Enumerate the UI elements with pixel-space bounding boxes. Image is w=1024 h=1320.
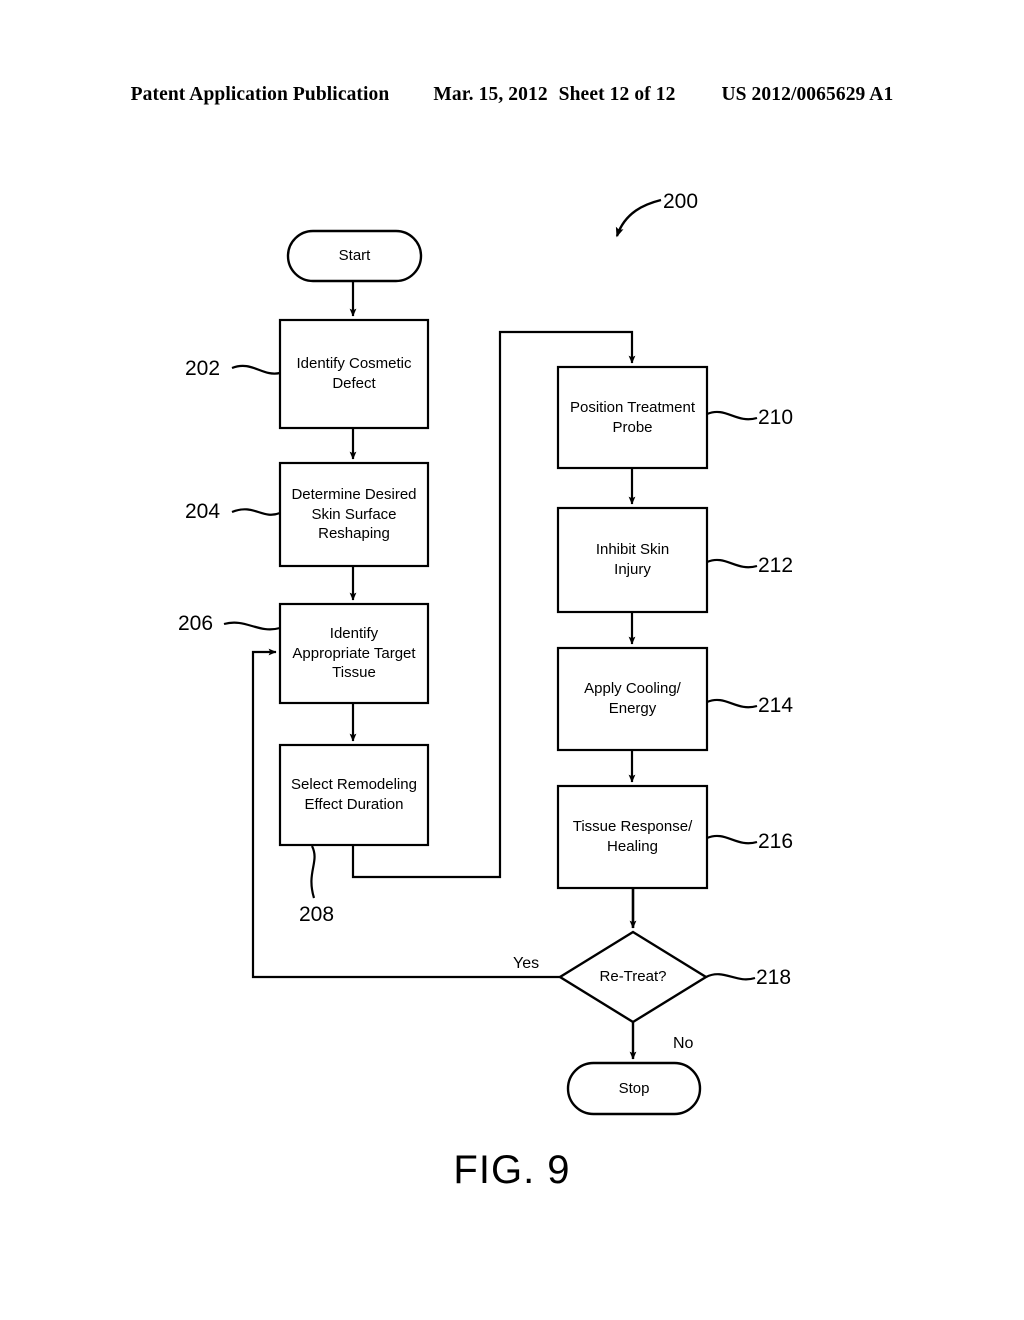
- figure-caption: FIG. 9: [453, 1148, 571, 1192]
- reference-numeral-202: 202: [185, 357, 221, 380]
- node-start-shape: [286, 229, 423, 283]
- node-identify-tissue-shape: [278, 602, 430, 705]
- leader-line-218: [705, 973, 756, 981]
- leader-line-214: [706, 698, 758, 709]
- edge-label-retreat-yes: Yes: [513, 955, 540, 972]
- leader-line-208: [310, 845, 316, 899]
- leader-line-200: [615, 198, 662, 238]
- reference-numeral-216: 216: [758, 830, 794, 853]
- node-determine-reshaping-shape: [278, 461, 430, 568]
- flowchart-figure: Start Identify Cosmetic Defect Determine…: [0, 0, 1024, 1320]
- node-tissue-response-shape: [556, 784, 709, 890]
- leader-line-212: [706, 558, 758, 569]
- flowchart-svg: [223, 198, 758, 1116]
- node-position-probe-shape: [556, 365, 709, 470]
- reference-numeral-218: 218: [756, 966, 792, 989]
- node-apply-cooling-shape: [556, 646, 709, 752]
- leader-line-216: [706, 834, 758, 845]
- leader-line-204: [231, 508, 281, 516]
- reference-numeral-214: 214: [758, 694, 794, 717]
- node-identify-defect-shape: [278, 318, 430, 430]
- leader-line-210: [706, 410, 758, 421]
- reference-numeral-204: 204: [185, 500, 221, 523]
- node-inhibit-injury-shape: [556, 506, 709, 614]
- reference-numeral-208: 208: [299, 903, 335, 926]
- reference-numeral-210: 210: [758, 406, 794, 429]
- node-select-duration-shape: [278, 743, 430, 847]
- reference-numeral-206: 206: [178, 612, 214, 635]
- node-retreat-decision-shape: [557, 930, 709, 1024]
- leader-line-206: [223, 621, 281, 631]
- edge-label-retreat-no: No: [673, 1035, 694, 1052]
- reference-numeral-200: 200: [663, 190, 699, 213]
- leader-line-202: [231, 364, 281, 375]
- node-stop-shape: [566, 1061, 702, 1116]
- reference-numeral-212: 212: [758, 554, 794, 577]
